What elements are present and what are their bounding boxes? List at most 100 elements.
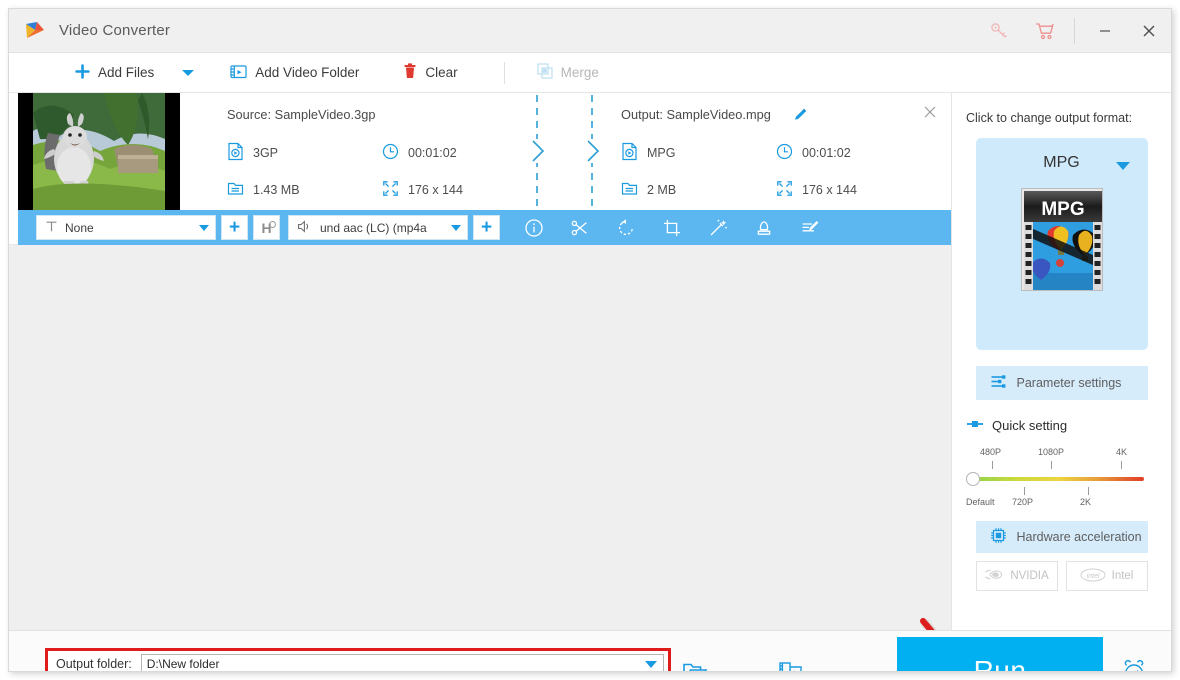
plus-icon: +	[480, 217, 493, 238]
tick-default: Default	[966, 497, 995, 507]
quality-slider[interactable]: 480P 1080P 4K Default 720P 2K	[966, 447, 1144, 509]
add-files-dropdown[interactable]	[164, 53, 220, 93]
conversion-arrows	[529, 93, 609, 215]
output-folder-group: Output folder: D:\New folder	[45, 648, 671, 671]
magic-wand-icon[interactable]	[706, 216, 730, 240]
tick-mark	[1121, 461, 1122, 469]
tick-mark	[1088, 487, 1089, 495]
subtitle-text-icon	[45, 220, 58, 236]
slider-ticks-bottom: Default 720P 2K	[966, 487, 1144, 509]
source-info: Source: SampleVideo.3gp 3GP 00:01:02 1.4…	[227, 107, 463, 200]
quick-setting-label: Quick setting	[992, 418, 1068, 433]
shopping-cart-icon[interactable]	[1022, 9, 1068, 53]
change-format-title: Click to change output format:	[966, 111, 1133, 125]
chevron-down-icon[interactable]	[645, 660, 657, 668]
body: Source: SampleVideo.3gp 3GP 00:01:02 1.4…	[9, 93, 1171, 671]
clear-label: Clear	[425, 65, 458, 80]
add-video-folder-button[interactable]: Add Video Folder	[220, 53, 369, 93]
application-window: Video Converter Add Files Add Video Fold…	[8, 8, 1172, 672]
merge-label: Merge	[560, 65, 599, 80]
plus-icon	[75, 63, 90, 82]
run-label: Run	[973, 654, 1027, 672]
speaker-icon	[297, 219, 313, 236]
parameter-settings-label: Parameter settings	[1016, 376, 1122, 390]
source-format: 3GP	[227, 142, 382, 164]
add-files-button[interactable]: Add Files	[65, 53, 164, 93]
titlebar-divider	[1074, 18, 1075, 44]
output-duration-value: 00:01:02	[802, 146, 851, 160]
title-bar: Video Converter	[9, 9, 1171, 53]
edit-tool-icons	[522, 216, 822, 240]
file-size-icon	[621, 180, 638, 200]
hardware-acceleration-label: Hardware acceleration	[1016, 530, 1142, 544]
remove-file-button[interactable]	[919, 101, 941, 123]
open-video-folder-button[interactable]	[775, 655, 807, 671]
add-audio-button[interactable]: +	[473, 215, 500, 240]
audio-track-value: und aac (LC) (mp4a	[320, 220, 427, 235]
slider-ticks-top: 480P 1080P 4K	[966, 447, 1144, 469]
output-filename-row: Output: SampleVideo.mpg	[621, 107, 857, 122]
play-triangle-logo	[23, 19, 47, 43]
watermark-stamp-icon[interactable]	[752, 216, 776, 240]
nvidia-button[interactable]: NVIDIA	[975, 561, 1058, 591]
tick-1080p: 1080P	[1038, 447, 1065, 457]
intel-logo-icon: intel	[1080, 568, 1106, 585]
minimize-button[interactable]	[1083, 9, 1127, 53]
video-thumbnail[interactable]	[18, 93, 180, 210]
hardware-codec-button[interactable]: H	[253, 215, 280, 240]
scissors-icon[interactable]	[568, 216, 592, 240]
source-format-value: 3GP	[253, 146, 279, 160]
output-folder-label: Output folder:	[56, 657, 132, 671]
tick-480p: 480P	[980, 447, 1002, 457]
info-icon[interactable]	[522, 216, 546, 240]
close-button[interactable]	[1127, 9, 1171, 53]
chevron-down-icon	[199, 224, 209, 231]
schedule-alarm-button[interactable]	[1117, 655, 1151, 671]
subtitle-value: None	[65, 220, 94, 235]
sliders-icon	[990, 374, 1007, 392]
chevron-down-icon[interactable]	[1115, 162, 1130, 170]
source-duration: 00:01:02	[382, 143, 463, 163]
rotate-icon[interactable]	[614, 216, 638, 240]
open-folder-button[interactable]	[679, 655, 711, 671]
nvidia-label: NVIDIA	[1010, 570, 1049, 582]
source-size-value: 1.43 MB	[253, 183, 300, 197]
trash-icon	[403, 63, 417, 82]
output-filename: Output: SampleVideo.mpg	[621, 107, 771, 122]
file-format-icon	[621, 142, 638, 164]
run-button[interactable]: Run	[897, 637, 1103, 672]
output-size-value: 2 MB	[647, 183, 677, 197]
add-subtitle-button[interactable]: +	[221, 215, 248, 240]
tick-mark	[1051, 461, 1052, 469]
output-size: 2 MB	[621, 180, 776, 200]
tick-2k: 2K	[1080, 497, 1092, 507]
app-title: Video Converter	[59, 22, 171, 39]
clock-icon	[382, 143, 399, 163]
clear-button[interactable]: Clear	[393, 53, 467, 93]
key-icon[interactable]	[976, 9, 1022, 53]
toolbar-divider	[503, 61, 505, 84]
format-thumbnail: MPG	[1020, 188, 1103, 291]
output-folder-input[interactable]: D:\New folder	[140, 654, 664, 671]
output-format-card[interactable]: MPG MPG	[975, 138, 1148, 350]
output-resolution: 176 x 144	[776, 180, 857, 200]
parameter-settings-button[interactable]: Parameter settings	[975, 366, 1148, 400]
intel-button[interactable]: intel Intel	[1065, 561, 1148, 591]
tick-4k: 4K	[1116, 447, 1128, 457]
subtitle-edit-icon[interactable]	[798, 216, 822, 240]
crop-icon[interactable]	[660, 216, 684, 240]
hardware-acceleration-button[interactable]: Hardware acceleration	[975, 521, 1148, 553]
file-size-icon	[227, 180, 244, 200]
audio-track-select[interactable]: und aac (LC) (mp4a	[288, 215, 468, 240]
resolution-icon	[382, 180, 399, 200]
file-list-pane: Source: SampleVideo.3gp 3GP 00:01:02 1.4…	[9, 93, 953, 630]
add-video-folder-label: Add Video Folder	[255, 65, 360, 80]
output-format-value: MPG	[647, 146, 676, 160]
merge-icon	[537, 63, 553, 82]
pencil-icon[interactable]	[793, 107, 808, 125]
main-toolbar: Add Files Add Video Folder Clear Merge	[9, 53, 1171, 93]
merge-button[interactable]: Merge	[527, 53, 609, 93]
subtitle-select[interactable]: None	[36, 215, 216, 240]
slider-knob[interactable]	[966, 472, 980, 486]
tick-720p: 720P	[1012, 497, 1034, 507]
